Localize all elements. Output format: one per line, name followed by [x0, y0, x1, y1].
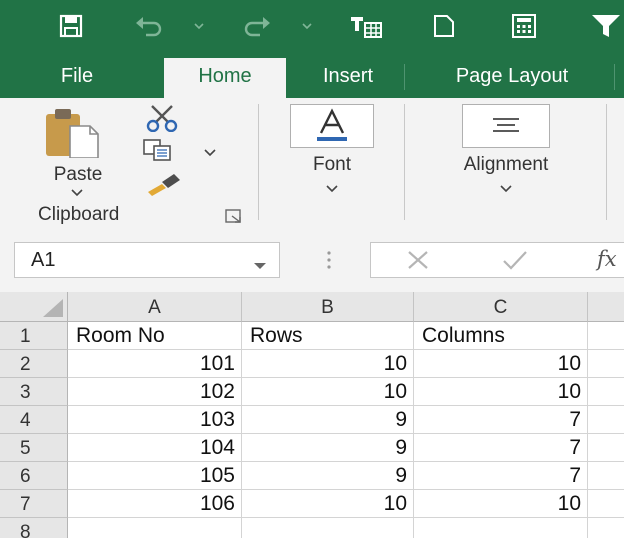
redo-icon[interactable]	[240, 14, 274, 38]
font-color-icon	[290, 104, 374, 148]
row-header-6[interactable]: 6	[0, 462, 68, 490]
undo-dropdown-icon[interactable]	[192, 14, 206, 38]
filter-icon[interactable]	[588, 14, 624, 38]
cell-d8[interactable]	[588, 518, 624, 538]
row-header-4[interactable]: 4	[0, 406, 68, 434]
cell-c6[interactable]: 7	[414, 462, 588, 490]
alignment-group-button[interactable]: Alignment	[424, 102, 588, 202]
clipboard-group-label: Clipboard	[38, 204, 120, 225]
more-options-icon[interactable]	[326, 250, 332, 275]
paste-label: Paste	[53, 164, 103, 185]
formula-bar: A1 fx	[0, 228, 624, 292]
cell-b6[interactable]: 9	[242, 462, 414, 490]
chevron-down-icon	[326, 182, 338, 196]
group-divider	[606, 104, 607, 220]
cell-b8[interactable]	[242, 518, 414, 538]
cell-a3[interactable]: 102	[68, 378, 242, 406]
select-all-corner[interactable]	[0, 292, 68, 322]
redo-dropdown-icon[interactable]	[300, 14, 314, 38]
row-header-8[interactable]: 8	[0, 518, 68, 538]
cell-d1[interactable]	[588, 322, 624, 350]
font-label: Font	[312, 154, 352, 175]
row-header-1[interactable]: 1	[0, 322, 68, 350]
cell-b4[interactable]: 9	[242, 406, 414, 434]
paste-icon	[46, 109, 99, 158]
group-divider	[404, 104, 405, 220]
cell-d7[interactable]	[588, 490, 624, 518]
copy-icon[interactable]	[142, 138, 190, 164]
name-box-dropdown-icon[interactable]	[253, 257, 267, 275]
ribbon-tabs: File Home Insert Page Layout	[0, 52, 624, 98]
cell-b2[interactable]: 10	[242, 350, 414, 378]
format-painter-icon[interactable]	[346, 14, 386, 38]
formula-input[interactable]: fx	[370, 242, 624, 278]
cell-a1[interactable]: Room No	[68, 322, 242, 350]
name-box[interactable]: A1	[14, 242, 280, 278]
cell-a6[interactable]: 105	[68, 462, 242, 490]
cell-c8[interactable]	[414, 518, 588, 538]
cell-a8[interactable]	[68, 518, 242, 538]
tab-divider	[404, 64, 405, 90]
row-header-7[interactable]: 7	[0, 490, 68, 518]
cell-b5[interactable]: 9	[242, 434, 414, 462]
tab-divider	[614, 64, 615, 90]
cell-b1[interactable]: Rows	[242, 322, 414, 350]
spreadsheet-grid: A B C 1 Room No Rows Columns 2 101 10 10…	[0, 292, 624, 538]
column-header-d[interactable]	[588, 292, 624, 322]
cell-d6[interactable]	[588, 462, 624, 490]
chevron-down-icon	[500, 182, 512, 196]
column-header-c[interactable]: C	[414, 292, 588, 322]
cell-c1[interactable]: Columns	[414, 322, 588, 350]
cell-b3[interactable]: 10	[242, 378, 414, 406]
cell-b7[interactable]: 10	[242, 490, 414, 518]
cell-a7[interactable]: 106	[68, 490, 242, 518]
row-header-2[interactable]: 2	[0, 350, 68, 378]
paste-button[interactable]: Paste	[40, 106, 120, 197]
cell-c4[interactable]: 7	[414, 406, 588, 434]
row-header-5[interactable]: 5	[0, 434, 68, 462]
new-document-icon[interactable]	[430, 14, 458, 38]
ribbon: Paste Clipboard Font Alignment	[0, 98, 624, 229]
tab-file[interactable]: File	[42, 60, 112, 98]
format-painter-brush-icon[interactable]	[144, 170, 188, 196]
cut-icon[interactable]	[142, 104, 182, 133]
align-center-icon	[462, 104, 550, 148]
cell-c2[interactable]: 10	[414, 350, 588, 378]
quick-access-toolbar	[0, 0, 624, 52]
insert-function-icon[interactable]: fx	[597, 247, 617, 271]
name-box-value: A1	[31, 249, 56, 271]
group-divider	[258, 104, 259, 220]
cancel-icon[interactable]	[405, 249, 431, 276]
cell-d5[interactable]	[588, 434, 624, 462]
cell-c5[interactable]: 7	[414, 434, 588, 462]
clipboard-launcher-icon[interactable]	[224, 208, 244, 226]
cell-a2[interactable]: 101	[68, 350, 242, 378]
cell-c7[interactable]: 10	[414, 490, 588, 518]
undo-icon[interactable]	[132, 14, 166, 38]
row-header-3[interactable]: 3	[0, 378, 68, 406]
copy-dropdown-icon[interactable]	[204, 146, 216, 160]
cell-d4[interactable]	[588, 406, 624, 434]
tab-home[interactable]: Home	[164, 58, 286, 98]
cell-a4[interactable]: 103	[68, 406, 242, 434]
tab-insert[interactable]: Insert	[296, 60, 400, 98]
column-header-b[interactable]: B	[242, 292, 414, 322]
tab-page-layout[interactable]: Page Layout	[412, 60, 612, 98]
cell-d3[interactable]	[588, 378, 624, 406]
cell-c3[interactable]: 10	[414, 378, 588, 406]
font-group-button[interactable]: Font	[286, 102, 378, 202]
cell-a5[interactable]: 104	[68, 434, 242, 462]
column-header-a[interactable]: A	[68, 292, 242, 322]
alignment-label: Alignment	[463, 154, 549, 175]
chevron-down-icon	[71, 186, 83, 200]
enter-icon[interactable]	[501, 249, 529, 276]
calculator-icon[interactable]	[508, 14, 540, 38]
cell-d2[interactable]	[588, 350, 624, 378]
save-icon[interactable]	[56, 14, 86, 38]
